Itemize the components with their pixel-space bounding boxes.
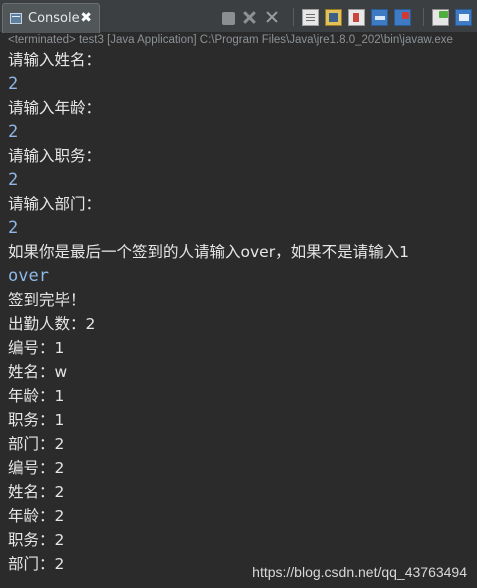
console-input-line: 2 <box>8 170 19 190</box>
scroll-lock-icon[interactable] <box>325 8 342 26</box>
console-output-line: 编号：1 <box>8 339 65 357</box>
console-output-line: 职务：1 <box>8 411 65 429</box>
remove-all-icon[interactable] <box>264 9 281 26</box>
console-icon <box>10 13 22 24</box>
console-output[interactable]: 请输入姓名： 2 请输入年龄： 2 请输入职务： 2 请输入部门： 2 如果你是最后一个签到的人… <box>0 48 477 588</box>
console-output-line: 姓名：2 <box>8 483 65 501</box>
console-tab-label: Console <box>28 11 80 26</box>
console-output-line: 请输入姓名： <box>8 51 102 69</box>
console-output-line: 请输入职务： <box>8 147 102 165</box>
console-output-line: 姓名：w <box>8 363 68 381</box>
toolbar-separator <box>423 8 424 26</box>
console-tab[interactable]: Console ✖ <box>2 3 100 33</box>
close-icon[interactable]: ✖ <box>80 10 92 26</box>
word-wrap-icon[interactable] <box>348 8 365 26</box>
console-tab-bar: Console ✖ <box>0 0 477 33</box>
console-output-line: 年龄：2 <box>8 507 65 525</box>
console-output-line: 部门：2 <box>8 555 65 573</box>
console-input-line: 2 <box>8 122 19 142</box>
show-when-stdout-icon[interactable] <box>371 8 388 26</box>
console-output-line: 如果你是最后一个签到的人请输入over，如果不是请输入1 <box>8 243 409 261</box>
display-console-icon[interactable] <box>455 8 472 26</box>
toolbar-separator <box>293 8 294 26</box>
show-when-stderr-icon[interactable] <box>394 8 411 26</box>
console-output-line: 编号：2 <box>8 459 65 477</box>
console-output-line: 出勤人数：2 <box>8 315 96 333</box>
console-output-line: 请输入部门： <box>8 195 102 213</box>
console-output-line: 签到完毕！ <box>8 291 86 309</box>
console-toolbar <box>222 7 477 27</box>
process-status: <terminated> test3 [Java Application] C:… <box>8 34 453 46</box>
remove-icon[interactable] <box>241 9 258 26</box>
console-input-line: over <box>8 266 49 286</box>
console-output-line: 部门：2 <box>8 435 65 453</box>
clear-console-icon[interactable] <box>302 8 319 26</box>
watermark: https://blog.csdn.net/qq_43763494 <box>252 564 467 580</box>
console-input-line: 2 <box>8 74 19 94</box>
console-output-line: 年龄：1 <box>8 387 65 405</box>
console-input-line: 2 <box>8 218 19 238</box>
console-output-line: 请输入年龄： <box>8 99 102 117</box>
stop-icon[interactable] <box>222 11 235 25</box>
pin-console-icon[interactable] <box>432 8 449 26</box>
console-output-line: 职务：2 <box>8 531 65 549</box>
